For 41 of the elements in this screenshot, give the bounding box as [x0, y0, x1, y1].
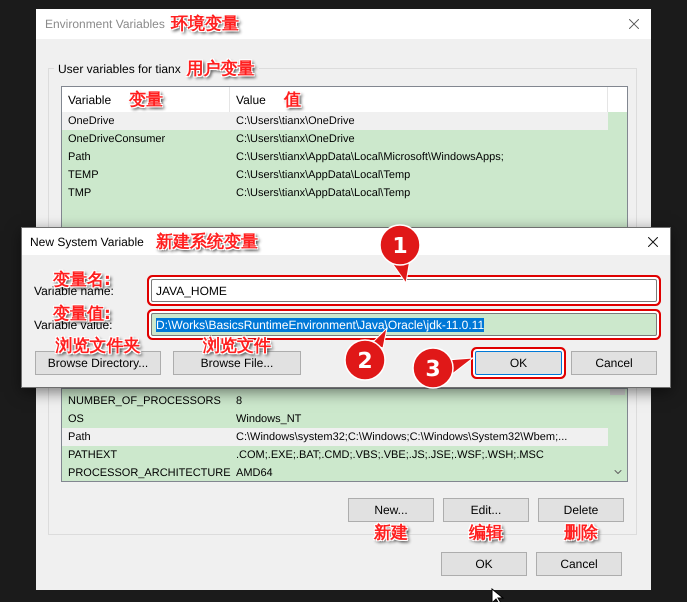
list-action-button[interactable]: Edit... — [443, 498, 529, 522]
list-action-button[interactable]: New... — [348, 498, 434, 522]
group-title: User variables for tianx — [58, 62, 181, 76]
table-cell-text: C:\Users\tianx\OneDrive — [235, 115, 356, 127]
dialog-button[interactable]: Cancel — [571, 351, 657, 375]
table-cell-text: Path — [67, 151, 92, 163]
dialog-title: New System Variable — [30, 234, 144, 248]
table-cell-text: TEMP — [67, 169, 100, 181]
annotation-label: 删除 — [564, 523, 598, 543]
table-cell-text: OneDriveConsumer — [67, 133, 166, 145]
list-action-button[interactable]: Delete — [538, 498, 624, 522]
table-cell-text: C:\Users\tianx\AppData\Local\Microsoft\WindowsApps; — [235, 151, 505, 163]
table-cell-text: AMD64 — [235, 467, 274, 479]
table-cell-text: C:\Users\tianx\AppData\Local\Temp — [235, 187, 412, 199]
table-cell-text: .COM;.EXE;.BAT;.CMD;.VBS;.VBE;.JS;.JSE;.WSF;.WSH;.MSC — [235, 449, 545, 461]
dialog-button[interactable]: OK — [441, 552, 527, 576]
table-cell-text: C:\Users\tianx\OneDrive — [235, 133, 356, 145]
table-cell-text: 8 — [235, 395, 244, 407]
window-title: Environment Variables — [45, 17, 165, 31]
annotation-label: 新建 — [374, 523, 408, 543]
annotation-label: 环境变量 — [170, 14, 239, 34]
table-cell-text: Windows_NT — [235, 413, 302, 425]
mouse-pointer-icon — [491, 588, 505, 602]
table-cell-text: TMP — [67, 187, 92, 199]
table-cell-text: C:\Users\tianx\AppData\Local\Temp — [235, 169, 412, 181]
table-cell-text: NUMBER_OF_PROCESSORS — [67, 395, 222, 407]
column-header[interactable]: Value — [236, 92, 266, 106]
table-cell-text: OneDrive — [67, 115, 116, 127]
table-cell-text: Path — [67, 431, 92, 443]
table-cell-text: OS — [67, 413, 85, 425]
table-cell-text: PATHEXT — [67, 449, 118, 461]
annotation-label: 变量 — [129, 90, 164, 110]
table-cell-text: PROCESSOR_ARCHITECTURE — [67, 467, 230, 479]
annotation-label: 用户变量 — [186, 59, 255, 79]
column-header[interactable]: Variable — [68, 92, 112, 106]
dialog-button[interactable]: Cancel — [536, 552, 622, 576]
annotation-label: 编辑 — [469, 523, 503, 543]
table-cell-text: C:\Windows\system32;C:\Windows;C:\Windows\System32\Wbem;... — [235, 431, 568, 443]
scrollbar-thumb[interactable] — [610, 389, 625, 395]
annotation-label: 新建系统变量 — [156, 232, 258, 252]
annotation-label: 值 — [284, 90, 301, 110]
